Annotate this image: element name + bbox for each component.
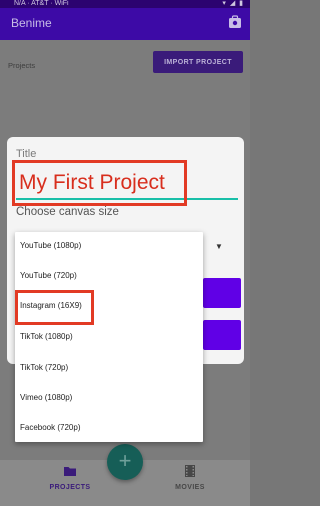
status-text: N/A · AT&T · WiFi xyxy=(14,0,69,7)
camera-bag-icon[interactable] xyxy=(228,15,242,29)
canvas-option[interactable]: TikTok (1080p) xyxy=(20,332,73,341)
film-icon xyxy=(183,464,197,478)
canvas-option[interactable]: TikTok (720p) xyxy=(20,363,68,372)
import-project-button[interactable]: IMPORT PROJECT xyxy=(153,51,243,73)
dropdown-arrow-icon[interactable]: ▼ xyxy=(215,242,223,251)
canvas-option[interactable]: Facebook (720p) xyxy=(20,423,80,432)
canvas-option[interactable]: YouTube (720p) xyxy=(20,271,77,280)
canvas-option[interactable]: YouTube (1080p) xyxy=(20,241,81,250)
instagram-highlight-box xyxy=(15,290,94,325)
projects-label: Projects xyxy=(8,61,36,70)
dialog-button-secondary[interactable] xyxy=(203,320,241,350)
status-icons: ▾ ◢ ▮ xyxy=(222,0,244,7)
canvas-option[interactable]: Vimeo (1080p) xyxy=(20,393,72,402)
status-bar: N/A · AT&T · WiFi ▾ ◢ ▮ xyxy=(0,0,250,8)
nav-projects-label: PROJECTS xyxy=(49,484,91,491)
title-highlight-box xyxy=(12,160,187,206)
title-label: Title xyxy=(16,148,37,160)
nav-projects[interactable]: PROJECTS xyxy=(30,464,110,491)
nav-movies-label: MOVIES xyxy=(175,484,205,491)
canvas-size-label: Choose canvas size xyxy=(16,206,119,218)
nav-movies[interactable]: MOVIES xyxy=(150,464,230,491)
dialog-button-primary[interactable] xyxy=(203,278,241,308)
app-bar: Benime xyxy=(0,8,250,40)
folder-icon xyxy=(63,464,77,478)
canvas-size-dropdown: YouTube (1080p) YouTube (720p) Instagram… xyxy=(15,232,203,442)
app-title: Benime xyxy=(11,16,52,30)
add-project-fab[interactable]: + xyxy=(107,444,143,480)
